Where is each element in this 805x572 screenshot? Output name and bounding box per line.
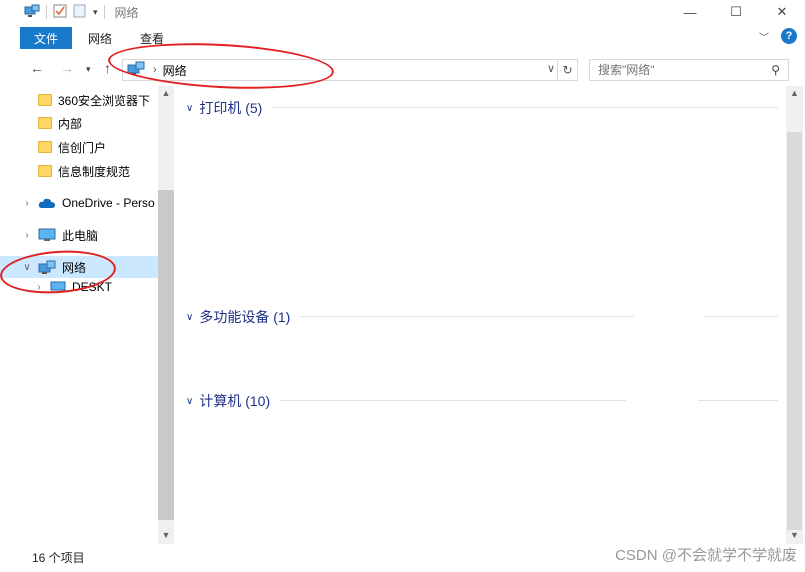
search-box[interactable]: ⚲ [589,59,789,81]
sidebar-scrollbar[interactable]: ▲ ▼ [158,86,174,544]
properties-icon[interactable] [53,4,67,21]
computer-icon [50,281,66,293]
ribbon-tabs: 文件 网络 查看 ﹀ ? [0,26,805,50]
status-item-count: 16 个项目 [32,551,85,565]
watermark: CSDN @不会就学不学就废 [615,547,797,564]
group-label: 打印机 (5) [199,100,263,116]
window-controls: — ☐ ✕ [667,0,805,24]
window-title: 网络 [114,5,139,20]
group-divider [704,316,778,317]
group-header-computers[interactable]: ∨ 计算机 (10) [186,391,270,411]
sidebar-item-label: 信创门户 [58,140,107,155]
content-pane: ∨ 打印机 (5) ∨ 多功能设备 (1) ∨ 计算机 (10) [176,86,786,544]
network-icon [38,260,56,275]
sidebar-item-desktop-computer[interactable]: › DESKT [0,279,158,295]
sidebar-item-folder[interactable]: 信息制度规范 [0,160,158,182]
sidebar-item-label: 360安全浏览器下 [58,93,151,108]
group-divider [280,400,626,401]
sidebar-item-label: 网络 [62,260,87,275]
up-arrow-icon[interactable]: ↑ [104,60,111,76]
chevron-down-icon[interactable]: ∨ [186,396,193,407]
search-input[interactable] [598,63,758,77]
forward-arrow-icon[interactable]: → [60,60,74,76]
group-label: 计算机 (10) [199,393,271,409]
folder-icon [38,94,52,106]
sidebar-item-folder[interactable]: 信创门户 [0,136,158,158]
address-bar[interactable]: › 网络 ∨ ↻ [122,59,578,81]
group-header-multifunction[interactable]: ∨ 多功能设备 (1) [186,307,290,327]
folder-icon [38,117,52,129]
ribbon-right: ﹀ ? [759,28,797,44]
group-divider [698,400,778,401]
sidebar-item-network[interactable]: ∨ 网络 [0,256,158,278]
chevron-down-icon[interactable]: ∨ [20,262,34,273]
scrollbar-thumb[interactable] [158,190,174,520]
maximize-icon[interactable]: ☐ [713,0,759,24]
back-arrow-icon[interactable]: ← [30,60,44,76]
scroll-down-icon[interactable]: ▼ [158,530,174,540]
divider [103,5,105,19]
divider [46,5,47,19]
customize-toolbar-icon[interactable]: ▾ [93,7,98,18]
content-scrollbar[interactable]: ▲ ▼ [786,86,803,544]
new-folder-icon[interactable] [73,4,87,21]
help-icon[interactable]: ? [781,28,797,44]
sidebar-item-label: 内部 [58,116,83,131]
scrollbar-thumb[interactable] [787,132,802,530]
search-icon: ⚲ [771,63,780,77]
sidebar-item-label: OneDrive - Perso [62,196,155,210]
group-label: 多功能设备 (1) [199,309,291,325]
quick-access-toolbar: ▾ 网络 [0,0,139,24]
sidebar-item-label: 信息制度规范 [58,164,131,179]
network-icon [127,61,145,79]
folder-icon [38,141,52,153]
tab-network[interactable]: 网络 [76,27,124,49]
chevron-right-icon[interactable]: › [20,198,34,209]
tab-file[interactable]: 文件 [20,27,72,49]
expand-ribbon-icon[interactable]: ﹀ [759,29,769,44]
refresh-icon[interactable]: ↻ [557,60,577,80]
network-icon [24,4,40,21]
address-dropdown-icon[interactable]: ∨ [547,62,555,75]
sidebar-item-folder[interactable]: 内部 [0,112,158,134]
breadcrumb-separator-icon[interactable]: › [153,64,157,76]
navigation-bar: ← → ▾ ↑ › 网络 ∨ ↻ ⚲ [0,56,805,84]
folder-icon [38,165,52,177]
chevron-right-icon[interactable]: › [32,282,46,293]
minimize-icon[interactable]: — [667,0,713,24]
group-divider [300,316,634,317]
group-divider [272,107,778,108]
sidebar-item-label: 此电脑 [62,228,99,243]
sidebar-item-label: DESKT [72,280,113,294]
chevron-right-icon[interactable]: › [20,230,34,241]
title-bar: ▾ 网络 — ☐ ✕ [0,0,805,24]
breadcrumb-network[interactable]: 网络 [163,62,187,79]
recent-locations-icon[interactable]: ▾ [86,64,91,75]
scroll-down-icon[interactable]: ▼ [786,530,803,540]
scroll-up-icon[interactable]: ▲ [786,88,803,98]
cloud-icon [38,197,56,209]
scroll-up-icon[interactable]: ▲ [158,88,174,98]
chevron-down-icon[interactable]: ∨ [186,312,193,323]
chevron-down-icon[interactable]: ∨ [186,103,193,114]
navigation-pane: 360安全浏览器下 内部 信创门户 信息制度规范 › OneDrive - Pe… [0,86,174,544]
group-header-printers[interactable]: ∨ 打印机 (5) [186,98,262,118]
sidebar-item-onedrive[interactable]: › OneDrive - Perso [0,192,158,214]
sidebar-item-this-pc[interactable]: › 此电脑 [0,224,158,246]
sidebar-item-folder[interactable]: 360安全浏览器下 [0,89,158,111]
close-icon[interactable]: ✕ [759,0,805,24]
tab-view[interactable]: 查看 [128,27,176,49]
computer-icon [38,228,56,242]
